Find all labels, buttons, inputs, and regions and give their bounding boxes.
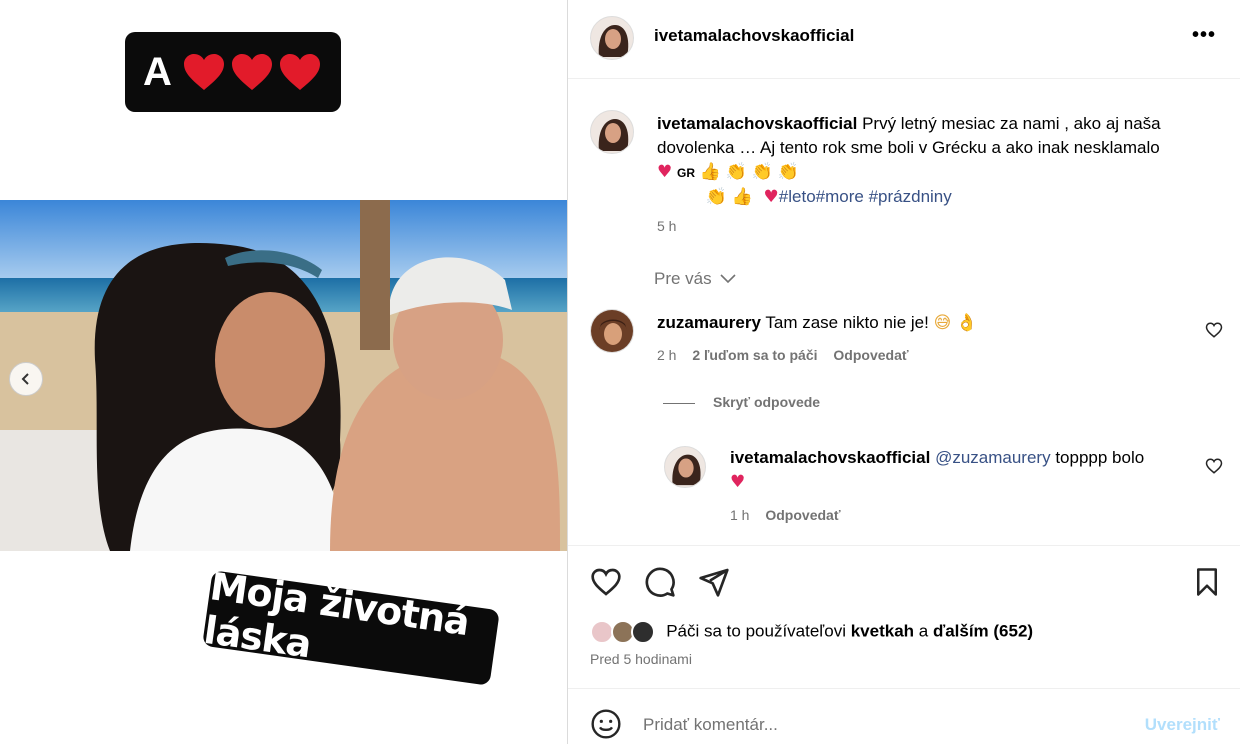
liker-avatar	[631, 620, 656, 644]
reply-reply-button[interactable]: Odpovedať	[765, 507, 840, 523]
clap-icon: 👏	[705, 187, 727, 207]
comment-bubble-icon[interactable]	[644, 566, 676, 598]
hashtag-more[interactable]: #more	[816, 187, 864, 206]
for-you-filter[interactable]: Pre vás	[654, 269, 736, 289]
thumbs-up-icon: 👍	[731, 187, 753, 207]
hide-replies-label: Skryť odpovede	[713, 394, 821, 410]
comment-likes[interactable]: 2 ľuďom sa to páči	[692, 347, 817, 363]
comment-reply-button[interactable]: Odpovedať	[833, 347, 908, 363]
share-paper-plane-icon[interactable]	[698, 566, 730, 598]
thumbs-up-icon: 👍	[699, 162, 721, 182]
likes-joiner: a	[918, 621, 929, 641]
reply-time: 1 h	[730, 507, 750, 523]
post-panel: ivetamalachovskaofficial ••• ivetamalach…	[567, 0, 1240, 744]
pink-heart-icon: ♥	[763, 187, 779, 207]
comment-text: Tam zase nikto nie je!	[765, 313, 929, 332]
likes-summary: Páči sa to používateľovi kvetkah a ďalší…	[590, 620, 1033, 644]
sweat-smile-icon: 😅	[933, 313, 952, 333]
comment-username[interactable]: zuzamaurery	[657, 313, 761, 332]
reply-mention[interactable]: @zuzamaurery	[935, 448, 1051, 467]
chevron-left-icon	[21, 373, 29, 385]
likes-others[interactable]: ďalším (652)	[933, 621, 1033, 640]
likes-prefix: Páči sa to používateľovi	[666, 621, 846, 641]
pink-heart-icon: ♥	[657, 162, 673, 182]
for-you-label: Pre vás	[654, 269, 712, 288]
sticker-a-hearts: A	[125, 32, 341, 112]
red-heart-icon	[279, 54, 320, 90]
comment-composer: Pridať komentár... Uverejniť	[568, 688, 1240, 745]
author-avatar[interactable]	[590, 16, 634, 60]
beach-photo	[0, 200, 567, 551]
chevron-down-icon	[720, 274, 736, 284]
liker-avatars	[590, 620, 656, 644]
post-caption: ivetamalachovskaofficial Prvý letný mesi…	[657, 112, 1217, 209]
clap-icon: 👏	[751, 162, 773, 182]
post-header: ivetamalachovskaofficial •••	[568, 0, 1240, 79]
comment-actions: 2 h 2 ľuďom sa to páči Odpovedať	[657, 347, 909, 363]
caption-time: 5 h	[657, 218, 677, 234]
comment-input[interactable]: Pridať komentár...	[643, 715, 778, 735]
red-heart-icon	[183, 54, 224, 90]
posted-time[interactable]: Pred 5 hodinami	[590, 651, 692, 667]
reply-avatar[interactable]	[664, 446, 706, 488]
save-bookmark-icon[interactable]	[1192, 566, 1222, 598]
author-avatar-image	[591, 17, 633, 59]
hashtag-prazdniny[interactable]: #prázdniny	[869, 187, 952, 206]
author-username[interactable]: ivetamalachovskaofficial	[654, 26, 854, 46]
red-heart-icon	[231, 54, 272, 90]
comment-body: zuzamaurery Tam zase nikto nie je! 😅 👌	[657, 311, 977, 335]
post-media: A Moja životná láska	[0, 0, 567, 744]
reply-body: ivetamalachovskaofficial @zuzamaurery to…	[730, 446, 1190, 494]
pink-heart-icon: ♥	[730, 472, 746, 492]
caption-avatar-image	[591, 111, 633, 153]
ok-hand-icon: 👌	[956, 313, 978, 333]
emoji-picker-icon[interactable]	[590, 708, 622, 740]
more-options-button[interactable]: •••	[1192, 24, 1216, 47]
comment-avatar[interactable]	[590, 309, 634, 353]
comment-like-heart-icon[interactable]	[1205, 321, 1223, 339]
like-heart-icon[interactable]	[590, 566, 622, 598]
previous-slide-button[interactable]	[9, 362, 43, 396]
reply-username[interactable]: ivetamalachovskaofficial	[730, 448, 930, 467]
comment-time: 2 h	[657, 347, 677, 363]
clap-icon: 👏	[725, 162, 747, 182]
clap-icon: 👏	[777, 162, 799, 182]
likes-user[interactable]: kvetkah	[851, 621, 914, 640]
sticker-moja-zivotna-laska: Moja životná láska	[201, 564, 500, 686]
caption-gr: GR	[676, 166, 695, 180]
post-comment-button[interactable]: Uverejniť	[1145, 715, 1220, 735]
comment-avatar-image	[591, 310, 633, 352]
hide-replies-toggle[interactable]: Skryť odpovede	[663, 394, 820, 410]
reply-actions: 1 h Odpovedať	[730, 507, 841, 523]
caption-avatar[interactable]	[590, 110, 634, 154]
reply-avatar-image	[665, 447, 705, 487]
replies-divider	[663, 402, 695, 404]
hashtag-leto[interactable]: #leto	[779, 187, 816, 206]
caption-username[interactable]: ivetamalachovskaofficial	[657, 114, 857, 133]
reply-text: topppp bolo	[1055, 448, 1145, 467]
reply-like-heart-icon[interactable]	[1205, 457, 1223, 475]
sticker-letter: A	[143, 49, 172, 94]
